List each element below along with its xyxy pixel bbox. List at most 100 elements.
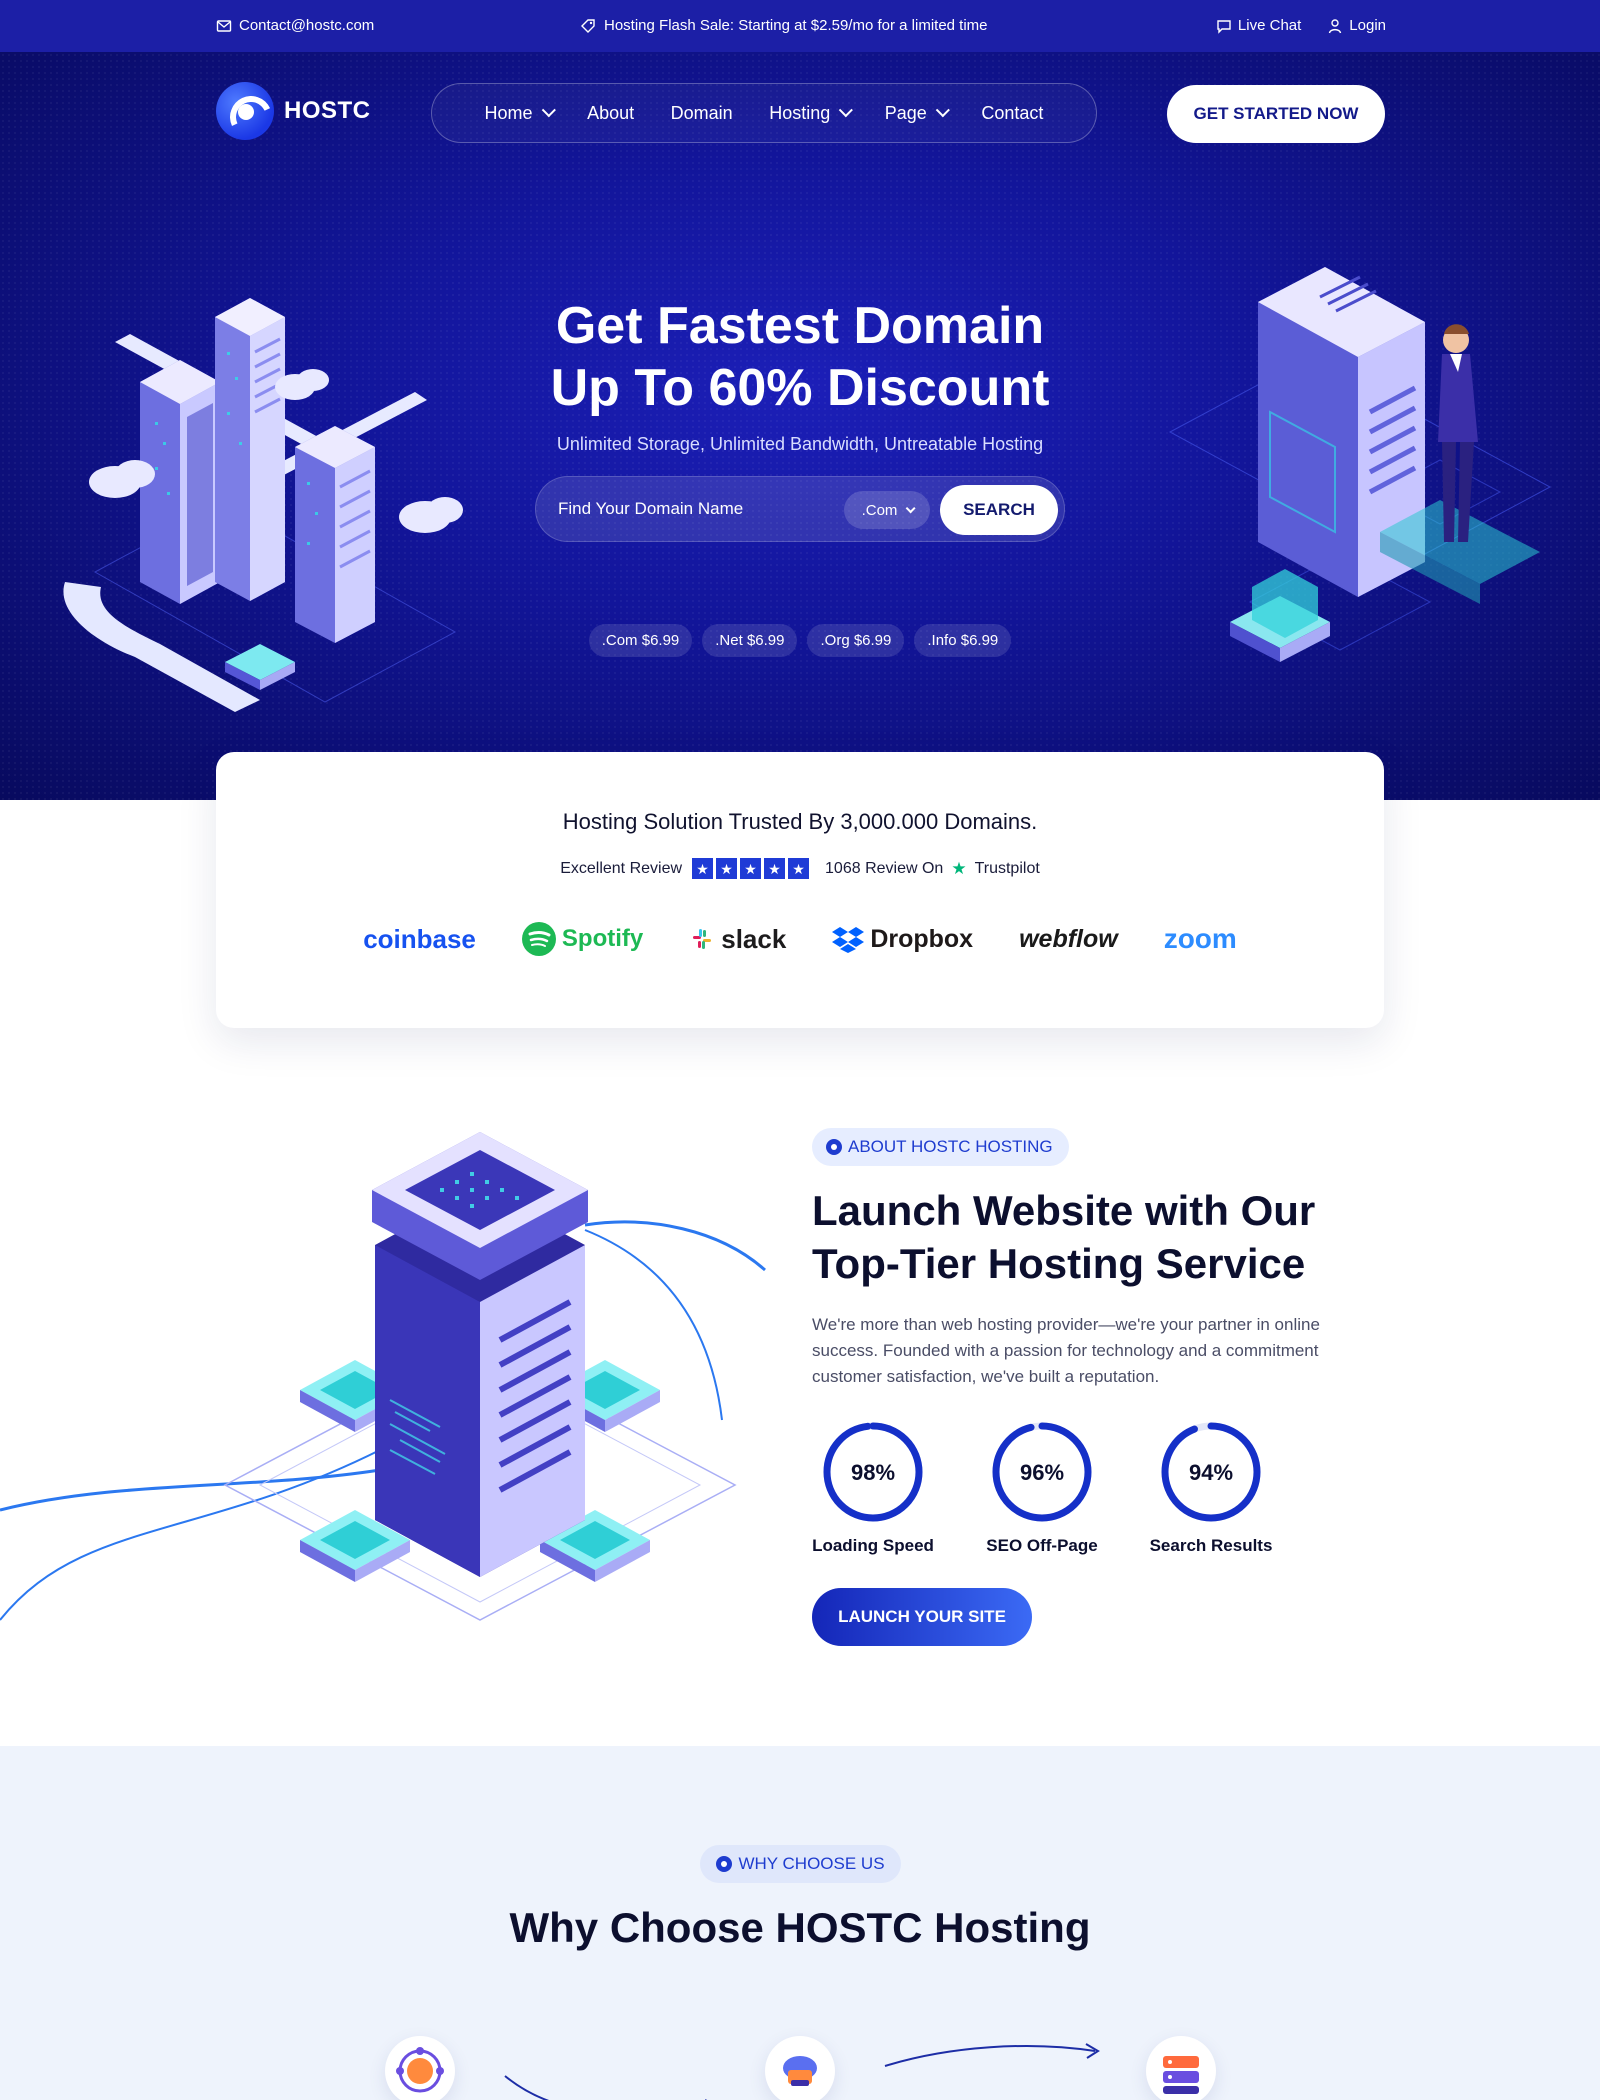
stat-seo-off-page: 96% SEO Off-Page [972, 1420, 1112, 1556]
why-section-tag: WHY CHOOSE US [700, 1845, 901, 1883]
launch-site-button[interactable]: LAUNCH YOUR SITE [812, 1588, 1032, 1646]
nav-contact-label: Contact [981, 102, 1044, 123]
live-chat-link[interactable]: Live Chat [1216, 17, 1301, 34]
tld-price-list: .Com $6.99 .Net $6.99 .Org $6.99 .Info $… [400, 624, 1200, 657]
nav-page-label: Page [884, 102, 927, 123]
review-site[interactable]: Trustpilot [975, 860, 1040, 878]
star-icon: ★ [716, 858, 738, 879]
user-icon [1329, 18, 1342, 33]
get-started-button[interactable]: GET STARTED NOW [1167, 85, 1385, 143]
tld-price-org[interactable]: .Org $6.99 [807, 624, 905, 657]
chevron-down-icon [541, 103, 556, 118]
server-rack-icon [1163, 2056, 1199, 2094]
server-person-illustration [1168, 267, 1552, 662]
nav-home-label: Home [484, 102, 533, 123]
globe-network-icon [396, 2047, 444, 2093]
hero-title: Get Fastest Domain Up To 60% Discount [400, 295, 1200, 419]
tld-price-net[interactable]: .Net $6.99 [702, 624, 798, 657]
contact-email[interactable]: Contact@hostc.com [216, 17, 374, 34]
nav-domain[interactable]: Domain [671, 103, 733, 124]
feature-icon-globe [385, 2036, 455, 2100]
mail-icon [216, 19, 232, 32]
brand-logos: coinbase Spotify slack Dropbox webflow z… [216, 922, 1384, 956]
server-tower-illustration [0, 1132, 766, 1621]
why-choose-section: WHY CHOOSE US Why Choose HOSTC Hosting [0, 1746, 1600, 2100]
nav-hosting-label: Hosting [769, 102, 831, 123]
trust-title: Hosting Solution Trusted By 3,000.000 Do… [562, 809, 1038, 834]
logo-text: HOSTC [284, 97, 371, 124]
stat-label: Search Results [1149, 1536, 1273, 1555]
star-icon: ★ [764, 858, 786, 879]
about-title-line2: Top-Tier Hosting Service [812, 1240, 1306, 1287]
why-title: Why Choose HOSTC Hosting [509, 1904, 1091, 1951]
review-count: 1068 Review On [825, 859, 944, 877]
connector-arrows [504, 2043, 1100, 2100]
promo-text: Hosting Flash Sale: Starting at $2.59/mo… [604, 17, 988, 34]
nav-page[interactable]: Page [884, 102, 950, 124]
zoom-logo-text: zoom [1163, 923, 1237, 954]
star-icon: ★ [788, 858, 810, 879]
nav-home[interactable]: Home [484, 102, 556, 124]
chevron-down-icon [839, 103, 854, 118]
brand-mark-icon [716, 1856, 733, 1872]
nav-domain-label: Domain [670, 102, 733, 123]
live-chat-label: Live Chat [1237, 17, 1302, 34]
nav-hosting[interactable]: Hosting [769, 102, 854, 124]
brand-mark-icon [826, 1139, 842, 1155]
tld-dropdown-value: .Com [861, 501, 898, 519]
why-tag-text: WHY CHOOSE US [738, 1854, 885, 1873]
stat-label: SEO Off-Page [986, 1536, 1098, 1555]
login-label: Login [1349, 17, 1386, 34]
main-nav: Home About Domain Hosting Page Contact [431, 83, 1097, 143]
feature-icon-server [1146, 2036, 1216, 2100]
dropbox-logo: Dropbox [832, 925, 973, 954]
nav-about[interactable]: About [587, 103, 634, 124]
domain-search-bar: .Com SEARCH [535, 476, 1065, 542]
nav-about-label: About [587, 102, 635, 123]
hero-title-line2: Up To 60% Discount [550, 359, 1050, 417]
tld-price-com[interactable]: .Com $6.99 [588, 624, 693, 657]
hero-section: HOSTC Home About Domain Hosting Page Con… [0, 52, 1600, 800]
dropbox-icon [832, 927, 865, 953]
star-icon: ★ [740, 858, 762, 879]
stat-value: 96% [1019, 1460, 1065, 1485]
logo-mark-icon [216, 82, 274, 140]
hero-title-line1: Get Fastest Domain [555, 297, 1045, 355]
chat-icon [1217, 19, 1231, 34]
search-button[interactable]: SEARCH [940, 485, 1058, 535]
stat-loading-speed: 98% Loading Speed [803, 1420, 943, 1556]
slack-logo: slack [689, 924, 786, 955]
spotify-icon [521, 922, 556, 956]
coinbase-logo: coinbase [363, 924, 476, 955]
promo-banner: Hosting Flash Sale: Starting at $2.59/mo… [580, 17, 988, 34]
login-link[interactable]: Login [1327, 17, 1386, 34]
logo[interactable]: HOSTC [216, 82, 371, 140]
stat-value: 98% [850, 1460, 896, 1485]
nav-contact[interactable]: Contact [981, 103, 1043, 124]
stat-search-results: 94% Search Results [1141, 1420, 1281, 1556]
slack-icon [693, 929, 712, 949]
rating-stars: ★ ★ ★ ★ ★ [692, 858, 810, 879]
slack-logo-text: slack [721, 923, 787, 954]
coinbase-logo-text: coinbase [363, 923, 476, 954]
stat-label: Loading Speed [812, 1536, 934, 1555]
tld-dropdown[interactable]: .Com [844, 491, 930, 529]
stat-value: 94% [1188, 1460, 1234, 1485]
tag-icon [581, 18, 595, 33]
contact-email-text: Contact@hostc.com [239, 17, 375, 34]
about-description: We're more than web hosting provider—we'… [812, 1315, 1320, 1386]
review-label: Excellent Review [560, 859, 683, 877]
webflow-logo-text: webflow [1019, 924, 1118, 953]
zoom-logo: zoom [1164, 923, 1237, 955]
chevron-down-icon [906, 502, 916, 513]
spotify-logo-text: Spotify [561, 925, 644, 952]
dropbox-logo-text: Dropbox [870, 924, 974, 953]
about-tag-text: ABOUT HOSTC HOSTING [848, 1137, 1053, 1156]
domain-search-input[interactable] [558, 489, 838, 529]
top-bar: Contact@hostc.com Hosting Flash Sale: St… [0, 0, 1600, 52]
trustpilot-star-icon: ★ [951, 858, 967, 878]
chevron-down-icon [935, 103, 950, 118]
webflow-logo: webflow [1019, 925, 1118, 954]
tld-price-info[interactable]: .Info $6.99 [914, 624, 1012, 657]
spotify-logo: Spotify [521, 922, 644, 956]
